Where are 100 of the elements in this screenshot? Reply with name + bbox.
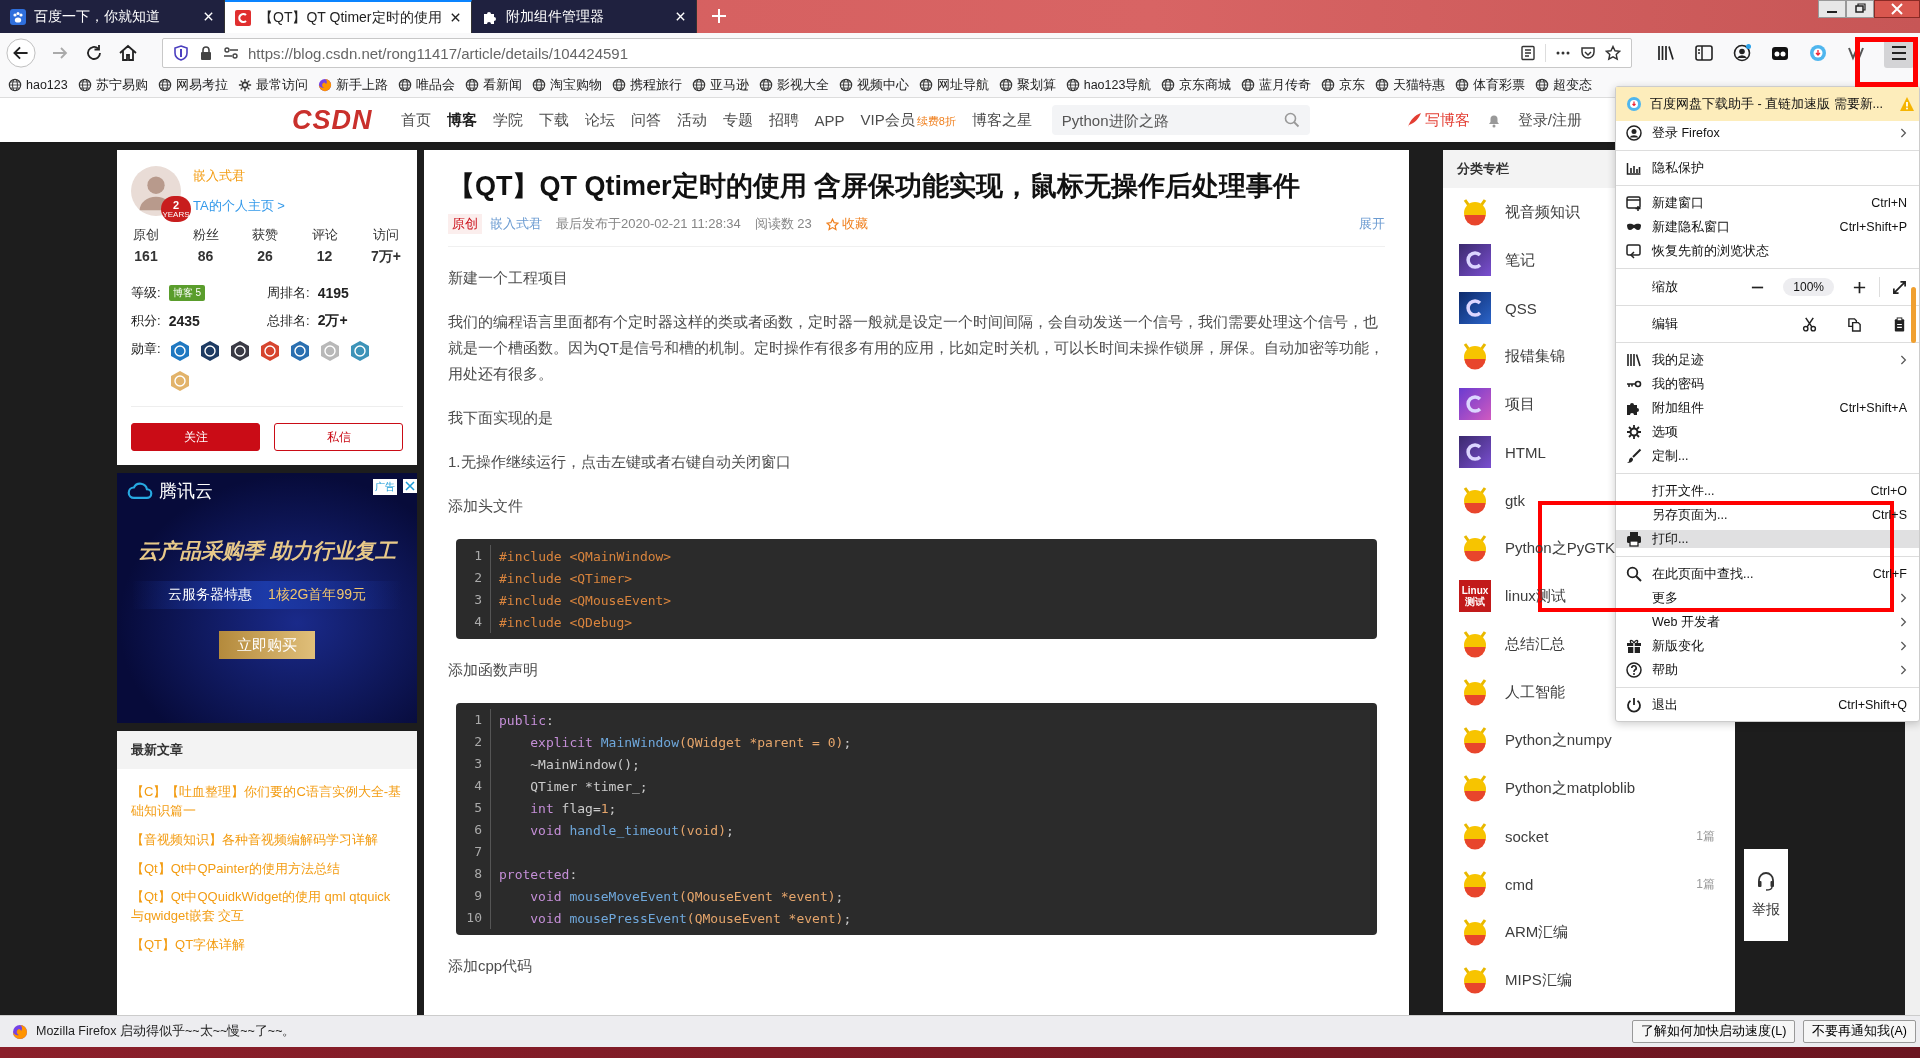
nav-link[interactable]: 博客	[446, 110, 477, 130]
account-icon[interactable]	[1732, 43, 1752, 63]
menu-label: 编辑	[1652, 315, 1678, 333]
library-icon[interactable]	[1656, 43, 1676, 63]
close-icon[interactable]	[1874, 0, 1920, 18]
bookmark-item[interactable]: 天猫特惠	[1375, 76, 1446, 94]
category-item[interactable]: socket 1篇	[1443, 812, 1735, 860]
report-button[interactable]: 举报	[1744, 849, 1788, 941]
nav-link[interactable]: 博客之星	[971, 110, 1032, 130]
browser-tab[interactable]: 附加组件管理器	[471, 0, 697, 33]
menu-label: 更多	[1652, 589, 1678, 607]
nav-link[interactable]: 学院	[492, 110, 523, 130]
new-tab-icon[interactable]	[710, 8, 727, 24]
bookmark-item[interactable]: 网址导航	[918, 76, 989, 94]
bookmark-item[interactable]: 最常访问	[237, 76, 308, 94]
bookmark-item[interactable]: 超变态	[1535, 76, 1593, 94]
menu-item[interactable]: 选项	[1616, 423, 1919, 441]
menu-item[interactable]: 打开文件... Ctrl+O	[1616, 482, 1919, 500]
menu-item[interactable]: 新建窗口 Ctrl+N	[1616, 194, 1919, 212]
bookmark-item[interactable]: 影视大全	[758, 76, 829, 94]
category-item[interactable]: Python之numpy	[1443, 716, 1735, 764]
category-item[interactable]: Python之matploblib	[1443, 764, 1735, 812]
menu-item[interactable]: 我的密码	[1616, 375, 1919, 393]
browser-tab[interactable]: 【QT】QT Qtimer定时的使用	[225, 0, 472, 33]
message-button[interactable]: 私信	[274, 423, 403, 451]
paragraph: 新建一个工程项目	[448, 268, 569, 288]
follow-button[interactable]: 关注	[131, 423, 260, 451]
scrollbar-thumb[interactable]	[1911, 287, 1916, 343]
menu-notice[interactable]: 百度网盘下载助手 - 直链加速版 需要新...	[1616, 87, 1919, 121]
sidebar-icon[interactable]	[1694, 43, 1714, 63]
address-bar[interactable]: https://blog.csdn.net/rong11417/article/details/104424591	[162, 38, 1632, 68]
category-item[interactable]: ARM汇编	[1443, 908, 1735, 956]
home-icon[interactable]	[118, 43, 138, 63]
bookmark-item[interactable]: 新手上路	[317, 76, 388, 94]
menu-item[interactable]: 登录 Firefox	[1616, 124, 1919, 142]
category-item[interactable]: MIPS汇编	[1443, 956, 1735, 1004]
bookmark-item[interactable]: 看新闻	[464, 76, 522, 94]
menu-item[interactable]: 新版变化	[1616, 637, 1919, 655]
nav-link[interactable]: APP	[814, 111, 845, 129]
bookmark-item[interactable]: 淘宝购物	[531, 76, 602, 94]
zoom-level[interactable]: 100%	[1783, 278, 1834, 296]
maximize-icon[interactable]	[1846, 0, 1874, 18]
bookmark-item[interactable]: 体育彩票	[1455, 76, 1526, 94]
category-item[interactable]: cmd 1篇	[1443, 860, 1735, 908]
menu-item[interactable]: 定制...	[1616, 447, 1919, 465]
paste-icon[interactable]	[1892, 316, 1907, 332]
minimize-icon[interactable]	[1818, 0, 1846, 18]
zoom-in-icon[interactable]	[1852, 279, 1867, 295]
notification-button[interactable]: 了解如何加快启动速度(L)	[1632, 1020, 1796, 1043]
menu-item[interactable]: Web 开发者	[1616, 613, 1919, 631]
cut-icon[interactable]	[1802, 316, 1817, 332]
cloud-download-icon[interactable]	[1808, 43, 1828, 63]
bookmark-item[interactable]: 携程旅行	[611, 76, 682, 94]
bookmark-star-icon[interactable]	[1605, 45, 1621, 61]
bookmark-item[interactable]: 蓝月传奇	[1241, 76, 1312, 94]
bookmark-item[interactable]: 京东商城	[1161, 76, 1232, 94]
reload-icon[interactable]	[84, 43, 104, 63]
stat-label: 粉丝	[192, 226, 219, 244]
menu-label: 登录 Firefox	[1652, 124, 1720, 142]
medal-icon[interactable]	[288, 340, 311, 362]
login-link[interactable]: 登录/注册	[1517, 110, 1582, 130]
bookmark-item[interactable]: 视频中心	[838, 76, 909, 94]
pocket-icon[interactable]	[1580, 45, 1596, 61]
bookmark-item[interactable]: 聚划算	[998, 76, 1056, 94]
bookmark-item[interactable]: 京东	[1321, 76, 1366, 94]
bookmark-item[interactable]: 亚马逊	[691, 76, 749, 94]
back-icon[interactable]	[6, 38, 36, 68]
menu-item[interactable]: 更多	[1616, 589, 1919, 607]
search-icon[interactable]	[1283, 112, 1300, 128]
line-number: 1	[456, 709, 491, 731]
fullscreen-icon[interactable]	[1892, 279, 1907, 295]
notification-button[interactable]: 不要再通知我(A)	[1803, 1020, 1916, 1043]
menu-item[interactable]: 附加组件 Ctrl+Shift+A	[1616, 399, 1919, 417]
menu-item[interactable]: 退出 Ctrl+Shift+Q	[1616, 696, 1919, 714]
nav-link[interactable]: 论坛	[584, 110, 615, 130]
bookmark-item[interactable]: 唯品会	[397, 76, 455, 94]
search-field[interactable]: Python进阶之路	[1051, 105, 1310, 135]
nav-link[interactable]: 专题	[722, 110, 753, 130]
browser-tab[interactable]: 百度一下，你就知道	[0, 0, 225, 33]
nav-link[interactable]: 招聘	[768, 110, 799, 130]
bookmark-item[interactable]: hao123	[8, 78, 68, 92]
medal-icon[interactable]	[228, 340, 251, 362]
copy-icon[interactable]	[1847, 316, 1862, 332]
bookmark-item[interactable]: hao123导航	[1065, 76, 1152, 94]
reader-view-icon[interactable]	[1520, 45, 1536, 61]
bookmark-item[interactable]: 网易考拉	[157, 76, 228, 94]
close-icon[interactable]	[449, 12, 461, 23]
menu-item[interactable]: 帮助	[1616, 661, 1919, 679]
medal-icon[interactable]	[198, 340, 221, 362]
nav-link[interactable]: 首页	[400, 110, 431, 130]
write-blog-link[interactable]: 写博客	[1405, 110, 1470, 130]
menu-item[interactable]: 我的足迹	[1616, 351, 1919, 369]
menu-item[interactable]: 恢复先前的浏览状态	[1616, 242, 1919, 260]
menu-item[interactable]: 新建隐私窗口 Ctrl+Shift+P	[1616, 218, 1919, 236]
nav-link[interactable]: 下载	[538, 110, 569, 130]
nav-link[interactable]: 活动	[676, 110, 707, 130]
site-logo[interactable]: CSDN	[292, 104, 373, 136]
nav-link[interactable]: 问答	[630, 110, 661, 130]
menu-item[interactable]: 打印...	[1616, 530, 1919, 548]
bookmark-item[interactable]: 苏宁易购	[77, 76, 148, 94]
